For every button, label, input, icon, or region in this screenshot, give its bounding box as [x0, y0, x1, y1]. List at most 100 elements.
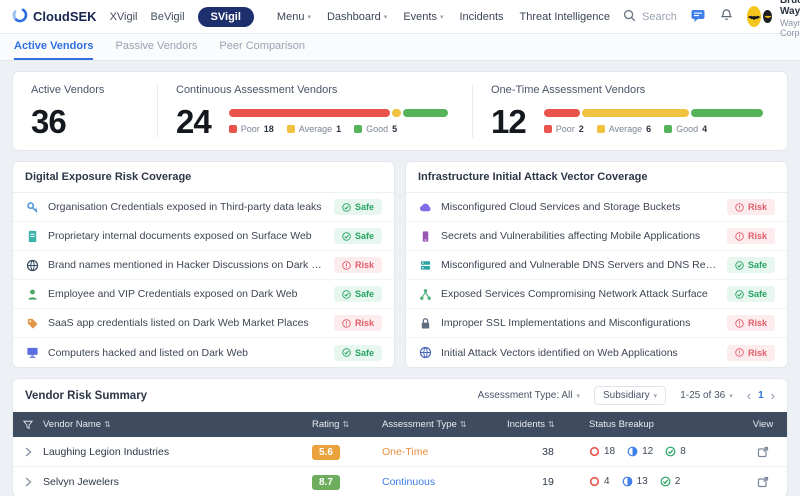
- divider: [157, 84, 158, 138]
- server-icon: [418, 259, 432, 272]
- column-header-assessment-type[interactable]: Assessment Type ⇅: [382, 419, 507, 430]
- average-count: 1: [336, 124, 342, 134]
- product-xvigil[interactable]: XVigil: [110, 11, 138, 23]
- expand-chevron-icon[interactable]: [24, 476, 32, 487]
- coverage-text: Proprietary internal documents exposed o…: [48, 230, 312, 242]
- page-range-select[interactable]: 1-25 of 36 ▾: [680, 390, 733, 401]
- poor-swatch: [228, 125, 237, 133]
- view-external-link-icon[interactable]: [757, 446, 769, 458]
- view-external-link-icon[interactable]: [757, 476, 769, 488]
- avatar: [746, 6, 762, 27]
- prev-page-button[interactable]: ‹: [747, 389, 751, 402]
- resolved-icon: [665, 446, 676, 457]
- coverage-text: Computers hacked and listed on Dark Web: [48, 346, 248, 359]
- coverage-row: Misconfigured and Vulnerable DNS Servers…: [406, 251, 787, 280]
- good-swatch: [664, 125, 673, 133]
- rating-badge: 5.6: [312, 444, 340, 460]
- column-header-rating[interactable]: Rating ⇅: [312, 419, 382, 430]
- incident-count: 19: [542, 475, 554, 488]
- average-swatch: [596, 125, 605, 133]
- sort-icon[interactable]: ⇅: [104, 420, 111, 429]
- bell-icon: [719, 8, 734, 26]
- coverage-row: Misconfigured Cloud Services and Storage…: [406, 193, 787, 222]
- cloudsek-logo[interactable]: CloudSEK: [12, 7, 97, 26]
- status-badge: Safe: [726, 286, 775, 302]
- one-time-assessment-stat: One-Time Assessment Vendors 12 Poor 2 Ave…: [491, 84, 769, 138]
- status-label: Safe: [354, 347, 374, 358]
- status-badge: Safe: [333, 228, 382, 244]
- status-breakup: 18 12 8: [589, 446, 739, 457]
- sort-icon[interactable]: ⇅: [342, 420, 349, 429]
- coverage-row: Brand names mentioned in Hacker Discussi…: [13, 251, 394, 280]
- card-title: Digital Exposure Risk Coverage: [13, 162, 394, 193]
- chevron-down-icon: ▾: [307, 13, 311, 21]
- column-header-incidents[interactable]: Incidents ⇅: [507, 419, 589, 430]
- nav-dashboard[interactable]: Dashboard ▾: [327, 11, 387, 23]
- status-label: Risk: [747, 202, 767, 212]
- open-count: 4: [604, 476, 610, 487]
- chevron-down-icon: ▾: [729, 392, 733, 400]
- main-nav: Menu ▾ Dashboard ▾ Events ▾ Incidents Threa…: [277, 11, 610, 23]
- next-page-button[interactable]: ›: [771, 389, 775, 402]
- in-progress-icon: [622, 476, 632, 487]
- nav-events[interactable]: Events ▾: [403, 11, 443, 23]
- web-globe-icon: [418, 346, 432, 359]
- column-header-vendor-name[interactable]: Vendor Name ⇅: [43, 419, 312, 430]
- chat-icon: [690, 8, 706, 26]
- legend: Poor 2 Average 6 Good 4: [543, 124, 763, 134]
- open-count: 18: [604, 446, 616, 457]
- pagination: ‹ 1 ›: [747, 389, 775, 402]
- nav-menu[interactable]: Menu ▾: [277, 11, 311, 23]
- coverage-row: Secrets and Vulnerabilities affecting Mo…: [406, 222, 787, 251]
- coverage-text: Initial Attack Vectors identified on Web…: [441, 346, 678, 359]
- status-badge: Risk: [333, 315, 382, 331]
- filter-column-header[interactable]: [13, 420, 43, 430]
- open-incidents-icon: [589, 476, 600, 487]
- page-content: Active Vendors 36 Continuous Assessment …: [0, 61, 800, 496]
- sort-icon[interactable]: ⇅: [460, 420, 467, 429]
- vendor-table-row[interactable]: Laughing Legion Industries 5.6 One-Time …: [13, 437, 787, 467]
- resolved-count: 2: [674, 476, 681, 487]
- status-badge: Safe: [333, 344, 382, 361]
- nav-threat-intelligence[interactable]: Threat Intelligence: [520, 11, 611, 23]
- incident-count: 38: [542, 445, 554, 458]
- expand-chevron-icon[interactable]: [24, 446, 32, 457]
- status-badge: Risk: [726, 315, 775, 331]
- nav-incidents[interactable]: Incidents: [459, 11, 503, 23]
- product-svigil[interactable]: SVigil: [197, 6, 254, 27]
- tab-active-vendors[interactable]: Active Vendors: [14, 34, 94, 60]
- product-bevigil[interactable]: BeVigil: [151, 11, 185, 23]
- coverage-row: Computers hacked and listed on Dark Web …: [13, 338, 394, 367]
- status-label: Risk: [747, 231, 767, 241]
- assessment-type-value: Continuous: [382, 475, 436, 488]
- status-badge: Safe: [333, 286, 382, 302]
- vendor-name: Selvyn Jewelers: [43, 475, 119, 488]
- sort-icon[interactable]: ⇅: [548, 420, 555, 429]
- subsidiary-filter[interactable]: Subsidiary ▾: [593, 386, 667, 405]
- bar-segment-poor: [543, 109, 580, 117]
- open-incidents-icon: [589, 446, 600, 457]
- vendor-stats-card: Active Vendors 36 Continuous Assessment …: [12, 71, 788, 151]
- table-header-row: Vendor Name ⇅ Rating ⇅ Assessment Type ⇅ In…: [13, 412, 787, 437]
- vendor-tabs: Active Vendors Passive Vendors Peer Comp…: [0, 34, 800, 61]
- bar-segment-average: [581, 109, 690, 117]
- vendor-risk-summary-card: Vendor Risk Summary Assessment Type: All…: [12, 378, 788, 496]
- user-info: Bruce Wayne Wayne Corp: [780, 0, 800, 38]
- notifications-button[interactable]: [719, 8, 734, 26]
- coverage-text: Misconfigured and Vulnerable DNS Servers…: [441, 259, 718, 271]
- coverage-row: Improper SSL Implementations and Misconf…: [406, 309, 787, 338]
- average-swatch: [286, 125, 295, 133]
- one-time-rating-bar: [543, 109, 763, 117]
- search-input[interactable]: Search: [623, 9, 677, 25]
- legend: Poor 18 Average 1 Good 5: [228, 124, 448, 134]
- tab-passive-vendors[interactable]: Passive Vendors: [115, 34, 197, 60]
- tab-peer-comparison[interactable]: Peer Comparison: [219, 34, 305, 60]
- user-menu[interactable]: Bruce Wayne Wayne Corp: [746, 0, 800, 38]
- status-label: Risk: [354, 260, 374, 270]
- stat-value: 12: [491, 103, 527, 140]
- assessment-type-filter[interactable]: Assessment Type: All ▾: [478, 390, 580, 401]
- status-badge: Risk: [726, 344, 775, 361]
- feedback-button[interactable]: [690, 8, 706, 26]
- vendor-table-row[interactable]: Selvyn Jewelers 8.7 Continuous 19 4 13 2: [13, 467, 787, 496]
- poor-count: 2: [578, 124, 584, 134]
